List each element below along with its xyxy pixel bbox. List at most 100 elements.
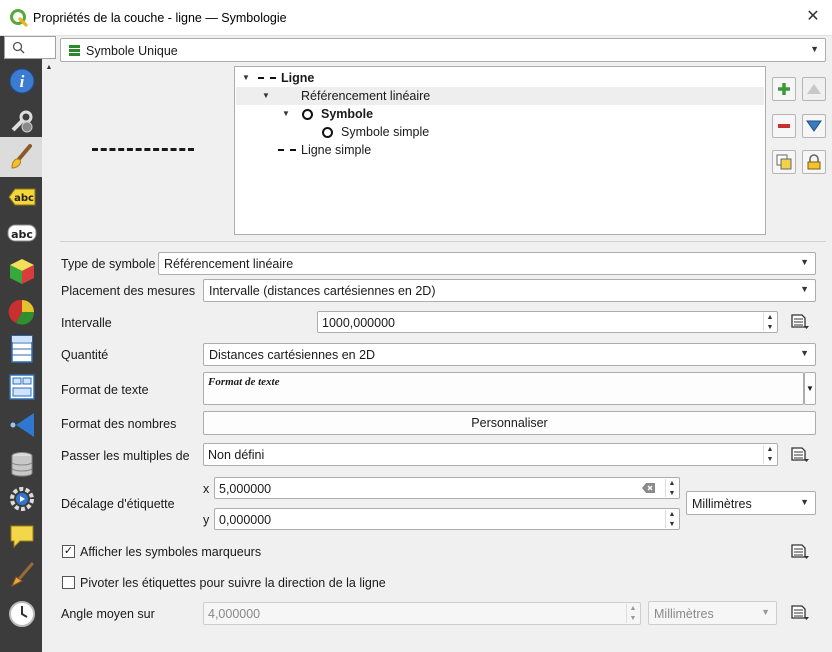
dashed-line-icon bbox=[278, 149, 296, 151]
chevron-down-icon: ▼ bbox=[806, 384, 814, 393]
average-angle-spinbox[interactable]: 4,000000 ▲ ▼ bbox=[203, 602, 641, 625]
sidebar-item-joins[interactable] bbox=[7, 410, 37, 440]
tree-row-label: Ligne bbox=[281, 71, 315, 85]
tree-row-symbole-simple[interactable]: Symbole simple bbox=[236, 123, 764, 141]
gear-play-icon bbox=[10, 487, 34, 511]
quantity-combo[interactable]: Distances cartésiennes en 2D ▼ bbox=[203, 343, 816, 366]
sidebar-item-labels[interactable]: abc bbox=[7, 182, 37, 212]
arrow-down-icon bbox=[806, 120, 822, 132]
number-format-button[interactable]: Personnaliser bbox=[203, 411, 816, 435]
expand-arrow-icon[interactable]: ▼ bbox=[242, 73, 250, 82]
offset-unit-value: Millimètres bbox=[692, 497, 752, 511]
tree-row-label: Symbole bbox=[321, 107, 374, 121]
tree-row-ligne[interactable]: ▼ Ligne bbox=[236, 69, 764, 87]
chevron-down-icon: ▼ bbox=[810, 44, 819, 54]
average-angle-value: 4,000000 bbox=[208, 607, 261, 621]
brush-icon bbox=[10, 562, 34, 588]
sidebar-item-symbology[interactable] bbox=[7, 142, 37, 172]
clear-icon[interactable] bbox=[642, 482, 656, 494]
offset-unit-combo[interactable]: Millimètres ▼ bbox=[686, 491, 816, 515]
tree-row-referencement[interactable]: ▼ Référencement linéaire bbox=[236, 87, 764, 105]
close-button[interactable]: ✕ bbox=[800, 6, 826, 30]
paintbrush-icon bbox=[11, 144, 32, 169]
offset-y-spinbox[interactable]: 0,000000 ▲ ▼ bbox=[214, 508, 680, 530]
sidebar-item-temporal[interactable] bbox=[7, 599, 37, 629]
text-format-preview: Format de texte bbox=[208, 376, 280, 388]
chevron-down-icon: ▼ bbox=[800, 284, 809, 294]
tree-row-label: Symbole simple bbox=[341, 125, 430, 139]
offset-y-value: 0,000000 bbox=[219, 513, 272, 527]
abc-label-icon: abc bbox=[8, 188, 36, 206]
svg-text:i: i bbox=[20, 72, 25, 91]
spin-arrows-icon[interactable]: ▲ ▼ bbox=[665, 479, 678, 497]
sidebar-item-3d-view[interactable] bbox=[7, 256, 37, 286]
symbol-type-combo[interactable]: Référencement linéaire ▼ bbox=[158, 252, 816, 275]
placement-combo[interactable]: Intervalle (distances cartésiennes en 2D… bbox=[203, 279, 816, 302]
sidebar-item-fields[interactable] bbox=[7, 334, 37, 364]
sidebar-search-input[interactable] bbox=[4, 36, 56, 59]
spin-arrows-icon[interactable]: ▲ ▼ bbox=[763, 445, 776, 464]
fields-icon bbox=[11, 335, 33, 363]
data-defined-icon bbox=[791, 605, 809, 620]
move-down-button[interactable] bbox=[802, 114, 826, 138]
search-icon bbox=[12, 41, 25, 54]
offset-x-spinbox[interactable]: 5,000000 ▲ ▼ bbox=[214, 477, 680, 499]
data-defined-override-button[interactable] bbox=[786, 602, 812, 624]
tree-row-symbole[interactable]: ▼ Symbole bbox=[236, 105, 764, 123]
data-defined-icon bbox=[791, 314, 809, 329]
text-format-menu-button[interactable]: ▼ bbox=[804, 372, 816, 405]
symbol-type-value: Référencement linéaire bbox=[164, 257, 294, 271]
data-defined-icon bbox=[791, 447, 809, 462]
sidebar-item-information[interactable]: i bbox=[7, 66, 37, 96]
sidebar-item-display[interactable] bbox=[7, 522, 37, 552]
skip-multiples-spinbox[interactable]: Non défini ▲ ▼ bbox=[203, 443, 778, 466]
lock-layer-button[interactable] bbox=[802, 150, 826, 174]
placement-label: Placement des mesures bbox=[61, 284, 196, 298]
tree-row-ligne-simple[interactable]: Ligne simple bbox=[236, 141, 764, 159]
average-angle-unit-combo[interactable]: Millimètres ▼ bbox=[648, 601, 777, 625]
move-up-button[interactable] bbox=[802, 77, 826, 101]
expand-arrow-icon[interactable]: ▼ bbox=[282, 109, 290, 118]
sidebar-item-diagrams[interactable] bbox=[7, 297, 37, 327]
panel-scrollbar[interactable] bbox=[42, 64, 56, 652]
skip-multiples-value: Non défini bbox=[208, 448, 265, 462]
average-angle-unit-value: Millimètres bbox=[654, 607, 714, 621]
data-defined-override-button[interactable] bbox=[786, 444, 812, 466]
plus-icon bbox=[778, 83, 790, 95]
average-angle-label: Angle moyen sur bbox=[61, 607, 155, 621]
spin-arrows-icon[interactable]: ▲ ▼ bbox=[665, 510, 678, 528]
spin-arrows-icon[interactable]: ▲ ▼ bbox=[763, 313, 776, 331]
sidebar-item-attributes-form[interactable] bbox=[7, 372, 37, 402]
data-defined-override-button[interactable] bbox=[786, 541, 812, 563]
separator bbox=[60, 241, 826, 242]
interval-label: Intervalle bbox=[61, 316, 112, 330]
scroll-up-arrow-icon[interactable]: ▲ bbox=[44, 64, 54, 76]
data-defined-override-button[interactable] bbox=[786, 311, 812, 333]
sidebar-item-rendering[interactable] bbox=[7, 560, 37, 590]
sidebar-item-source[interactable] bbox=[7, 106, 37, 136]
sidebar-item-auxiliary-storage[interactable] bbox=[7, 450, 37, 480]
symbol-type-label: Type de symbole bbox=[61, 257, 156, 271]
sidebar-item-masks[interactable]: abc bbox=[7, 218, 37, 248]
remove-layer-button[interactable] bbox=[772, 114, 796, 138]
symbol-layer-tree[interactable]: ▼ Ligne ▼ Référencement linéaire ▼ Symbo… bbox=[234, 66, 766, 235]
renderer-combo[interactable]: Symbole Unique ▼ bbox=[60, 38, 826, 62]
duplicate-layer-button[interactable] bbox=[772, 150, 796, 174]
renderer-value: Symbole Unique bbox=[86, 44, 178, 58]
dashed-line-icon bbox=[258, 77, 276, 79]
interval-spinbox[interactable]: 1000,000000 ▲ ▼ bbox=[317, 311, 778, 333]
sidebar-item-actions[interactable] bbox=[7, 484, 37, 514]
expand-arrow-icon[interactable]: ▼ bbox=[262, 91, 270, 100]
chevron-down-icon: ▼ bbox=[761, 607, 770, 617]
tree-row-label: Référencement linéaire bbox=[301, 89, 431, 103]
form-icon bbox=[9, 374, 35, 400]
wrench-icon bbox=[11, 110, 33, 133]
rotate-labels-checkbox[interactable] bbox=[62, 576, 75, 589]
text-format-button[interactable]: Format de texte bbox=[203, 372, 804, 405]
data-defined-icon bbox=[791, 544, 809, 559]
spin-arrows-icon[interactable]: ▲ ▼ bbox=[626, 604, 639, 623]
add-layer-button[interactable] bbox=[772, 77, 796, 101]
show-markers-checkbox[interactable]: ✓ bbox=[62, 545, 75, 558]
diagram-icon bbox=[8, 299, 35, 325]
symbol-preview bbox=[92, 148, 194, 154]
